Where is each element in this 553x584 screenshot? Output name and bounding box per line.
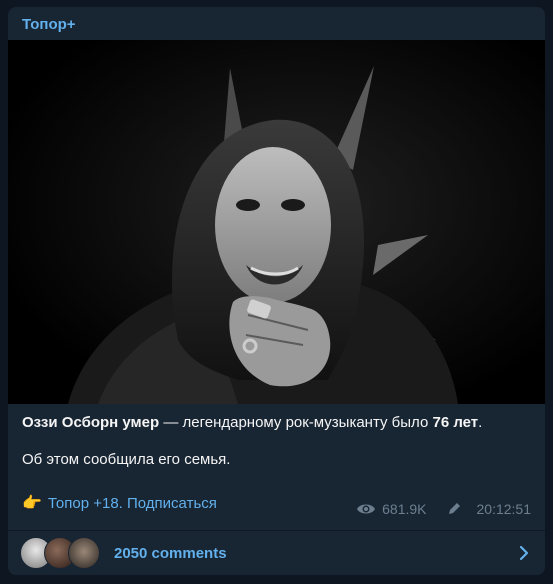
- post-paragraph-2: Об этом сообщила его семья.: [22, 451, 231, 468]
- comments-count[interactable]: 2050 comments: [114, 545, 227, 562]
- promo-line: 👉 Топор +18. Подписаться: [22, 493, 217, 513]
- photo-image: [8, 40, 545, 404]
- post-text-mid: — легендарному рок-музыканту было: [159, 414, 433, 431]
- message-meta: 681.9K 20:12:51: [356, 501, 531, 517]
- commenter-avatars: [20, 537, 106, 569]
- post-text-end: .: [478, 414, 483, 431]
- post-bold-age: 76 лет: [432, 414, 479, 431]
- pencil-icon: [448, 503, 460, 514]
- post-paragraph-1: Оззи Осборн умер — легендарному рок-музы…: [22, 413, 534, 433]
- comments-bar[interactable]: 2050 comments: [8, 531, 545, 575]
- chevron-right-icon[interactable]: [519, 545, 529, 561]
- eye-icon: [357, 504, 376, 514]
- post-text: Оззи Осборн умер — легендарному рок-музы…: [22, 407, 534, 470]
- views-count: 681.9K: [382, 501, 427, 517]
- message-time: 20:12:51: [476, 501, 532, 517]
- promo-link[interactable]: Топор +18. Подписаться: [48, 495, 217, 512]
- message-card: Топор+ Оззи Осборн умер — легендарному р…: [8, 7, 545, 575]
- post-photo[interactable]: [8, 40, 545, 404]
- post-bold-name: Оззи Осборн умер: [22, 414, 160, 431]
- avatar: [68, 537, 100, 569]
- channel-name[interactable]: Топор+: [22, 16, 76, 33]
- pointing-hand-icon: 👉: [22, 495, 42, 512]
